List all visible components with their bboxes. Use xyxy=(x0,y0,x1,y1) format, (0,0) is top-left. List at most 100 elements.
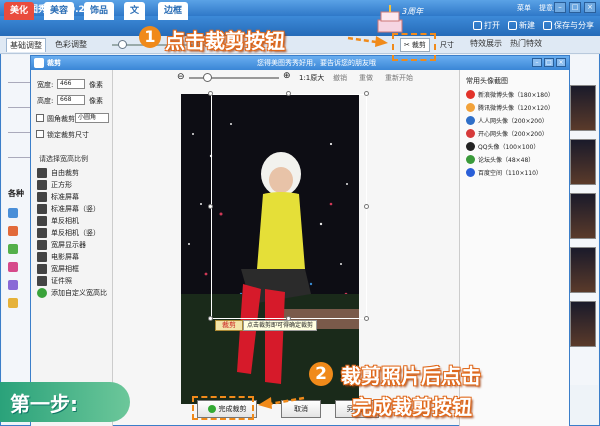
tab-text[interactable]: 文 xyxy=(124,2,146,20)
lock-size-checkbox[interactable] xyxy=(36,130,44,138)
minimize-icon[interactable]: – xyxy=(532,58,542,67)
avatar-preset-item[interactable]: 百度空间（110×110） xyxy=(466,168,542,177)
ratio-option-label: 标准屏幕（竖） xyxy=(51,204,100,213)
ratio-icon xyxy=(37,227,47,238)
crop-button-highlight xyxy=(392,33,436,61)
zoom-slider-handle[interactable] xyxy=(203,73,212,82)
finish-button-highlight xyxy=(192,396,254,420)
dialog-app-icon xyxy=(34,58,44,68)
width-unit: 像素 xyxy=(89,81,103,89)
tab-effects-show[interactable]: 特效展示 xyxy=(470,38,502,49)
round-corner-label: 圆角裁剪 xyxy=(47,115,75,123)
adjust-slider[interactable] xyxy=(8,100,30,108)
tool-icon[interactable] xyxy=(8,280,18,290)
step-banner-text: 第一步: xyxy=(10,392,78,416)
crop-handle[interactable] xyxy=(364,316,369,321)
crop-handle[interactable] xyxy=(208,204,213,209)
crop-handle[interactable] xyxy=(208,316,213,321)
round-corner-select[interactable]: 小圆角 xyxy=(75,113,109,123)
avatar-preset-item[interactable]: 人人网头像（200×200） xyxy=(466,116,548,125)
crop-selection-frame[interactable] xyxy=(211,94,367,319)
adjust-slider[interactable] xyxy=(8,150,30,158)
width-input[interactable]: 466 xyxy=(57,79,85,89)
tool-icon[interactable] xyxy=(8,226,18,236)
height-unit: 像素 xyxy=(89,97,103,105)
tencent-weibo-icon xyxy=(466,103,475,112)
plus-icon xyxy=(508,21,517,30)
close-icon[interactable]: × xyxy=(584,2,596,13)
tab-color-adjust[interactable]: 色彩调整 xyxy=(52,38,90,52)
avatar-preset-item[interactable]: 论坛头像（48×48） xyxy=(466,155,534,164)
anniversary-label: 3周年 xyxy=(402,7,424,16)
save-icon xyxy=(543,21,552,30)
crop-handle[interactable] xyxy=(208,91,213,96)
add-icon xyxy=(37,287,47,298)
crop-handle[interactable] xyxy=(364,204,369,209)
size-button[interactable]: 尺寸 xyxy=(440,38,454,52)
adjust-slider[interactable] xyxy=(8,75,30,83)
ratio-icon xyxy=(37,179,47,190)
tab-hot-effects[interactable]: 热门特效 xyxy=(510,38,542,49)
ratio-option[interactable]: 添加自定义宽高比 xyxy=(37,286,107,299)
qq-icon xyxy=(466,142,475,151)
tab-accessories[interactable]: 饰品 xyxy=(84,2,115,20)
avatar-preset-item[interactable]: QQ头像（100×100） xyxy=(466,142,539,151)
minimize-icon[interactable]: – xyxy=(554,2,566,13)
round-corner-checkbox[interactable] xyxy=(36,114,44,122)
actual-size-button[interactable]: 1:1原大 xyxy=(299,73,324,83)
tab-border[interactable]: 边框 xyxy=(158,2,189,20)
window-controls: – □ × xyxy=(554,2,596,13)
crop-handle[interactable] xyxy=(286,91,291,96)
avatar-presets-title: 常用头像截图 xyxy=(466,77,508,85)
avatar-preset-item[interactable]: 新浪微博头像（180×180） xyxy=(466,90,554,99)
tool-icon[interactable] xyxy=(8,262,18,272)
ratio-option-label: 宽屏显示器 xyxy=(51,240,86,249)
tool-icon[interactable] xyxy=(8,244,18,254)
zoom-in-icon[interactable]: ⊕ xyxy=(283,71,291,81)
zoom-out-icon[interactable]: ⊖ xyxy=(177,72,185,82)
effect-thumbnail[interactable] xyxy=(570,85,596,131)
ratio-option-label: 证件照 xyxy=(51,276,72,285)
crop-tooltip: 点击裁剪即可得确定裁剪 xyxy=(243,320,318,331)
new-button[interactable]: 新建 xyxy=(508,20,535,31)
ratio-icon xyxy=(37,251,47,262)
toolbar-slider-handle[interactable] xyxy=(118,40,127,49)
effect-thumbnail[interactable] xyxy=(570,301,596,347)
menu-link[interactable]: 菜单 xyxy=(517,3,531,13)
ratio-option-label: 单反相机 xyxy=(51,216,79,225)
width-label: 宽度: xyxy=(37,81,54,89)
ratio-icon xyxy=(37,191,47,202)
header-actions: 打开 新建 保存与分享 xyxy=(473,20,594,31)
ratio-option-label: 标准屏幕 xyxy=(51,192,79,201)
avatar-preset-item[interactable]: 开心网头像（200×200） xyxy=(466,129,548,138)
effect-thumbnail[interactable] xyxy=(570,247,596,293)
tab-beautify[interactable]: 美化 xyxy=(4,2,35,20)
tool-icon[interactable] xyxy=(8,298,18,308)
renren-icon xyxy=(466,116,475,125)
maximize-icon[interactable]: □ xyxy=(544,58,554,67)
step2-instruction-line1: 裁剪照片后点击 xyxy=(341,364,481,388)
save-share-button[interactable]: 保存与分享 xyxy=(543,20,594,31)
arrow-left-icon xyxy=(258,396,305,409)
tab-basic-adjust[interactable]: 基础调整 xyxy=(6,38,46,52)
effect-thumbnail[interactable] xyxy=(570,193,596,239)
restart-button[interactable]: 重新开始 xyxy=(385,73,413,83)
maximize-icon[interactable]: □ xyxy=(569,2,581,13)
tool-icon[interactable] xyxy=(8,208,18,218)
undo-button[interactable]: 撤销 xyxy=(333,73,347,83)
avatar-preset-item[interactable]: 腾讯微博头像（120×120） xyxy=(466,103,554,112)
redo-button[interactable]: 重做 xyxy=(359,73,373,83)
crop-settings-panel: 宽度: 466 像素 高度: 668 像素 圆角裁剪 小圆角 锁定裁剪尺寸 请选… xyxy=(31,70,113,426)
adjust-slider[interactable] xyxy=(8,125,30,133)
close-icon[interactable]: × xyxy=(556,58,566,67)
tab-makeup[interactable]: 美容 xyxy=(44,2,75,20)
open-button[interactable]: 打开 xyxy=(473,20,500,31)
crop-handle[interactable] xyxy=(364,91,369,96)
left-section-title: 各种 xyxy=(8,189,24,198)
crop-tag-button[interactable]: 裁剪 xyxy=(215,320,243,331)
ratio-title: 请选择宽高比例 xyxy=(39,155,88,163)
kaixin-icon xyxy=(466,129,475,138)
ratio-option-label: 宽屏相框 xyxy=(51,264,79,273)
effect-thumbnail[interactable] xyxy=(570,139,596,185)
height-input[interactable]: 668 xyxy=(57,95,85,105)
